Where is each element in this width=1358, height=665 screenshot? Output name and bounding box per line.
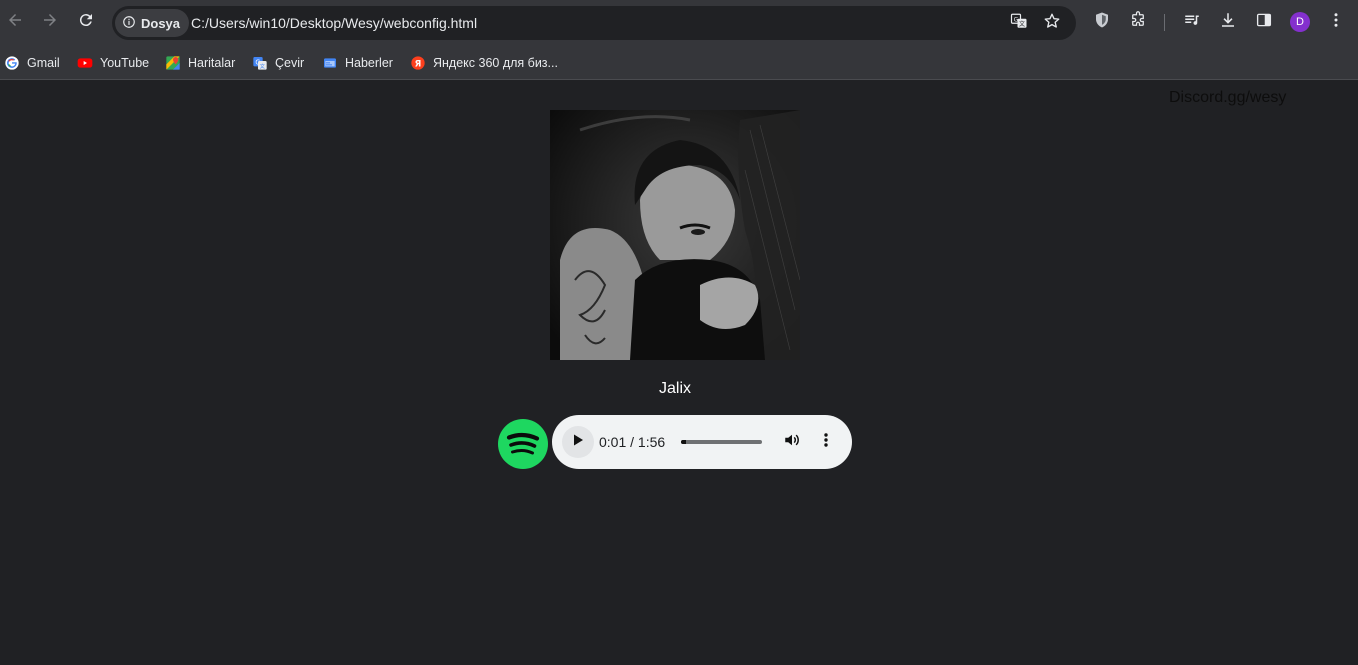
translate-icon: G文 — [1010, 12, 1028, 35]
browser-menu-button[interactable] — [1325, 11, 1347, 33]
bookmark-translate[interactable]: G文 Çevir — [252, 52, 304, 74]
extensions-icon — [1129, 10, 1147, 34]
url-text[interactable]: C:/Users/win10/Desktop/Wesy/webconfig.ht… — [191, 15, 477, 31]
profile-initial: D — [1296, 16, 1304, 28]
address-bar[interactable]: Dosya C:/Users/win10/Desktop/Wesy/webcon… — [112, 6, 1076, 40]
bookmark-star-button[interactable] — [1042, 13, 1062, 33]
more-vertical-icon — [818, 432, 834, 453]
bookmark-maps[interactable]: Haritalar — [165, 52, 235, 74]
extensions-button[interactable] — [1127, 10, 1149, 34]
forward-button[interactable] — [36, 8, 64, 36]
shield-icon — [1093, 11, 1111, 34]
svg-text:文: 文 — [1019, 19, 1025, 27]
bookmark-label: Яндекс 360 для биз... — [433, 56, 558, 70]
page-content: Discord.gg/wesy Jalix 0:01 / 1:56 — [0, 81, 1358, 665]
info-icon — [122, 15, 136, 32]
bookmark-label: Haritalar — [188, 56, 236, 70]
youtube-icon — [77, 55, 93, 71]
back-icon — [6, 11, 24, 34]
google-icon — [4, 55, 20, 71]
volume-icon — [783, 431, 801, 454]
profile-avatar[interactable]: D — [1290, 12, 1310, 32]
bookmark-youtube[interactable]: YouTube — [77, 52, 149, 74]
back-button[interactable] — [1, 8, 29, 36]
reload-icon — [77, 11, 95, 34]
play-button[interactable] — [562, 426, 594, 458]
bookmark-label: Haberler — [345, 56, 393, 70]
extension-shield-button[interactable] — [1091, 11, 1113, 33]
album-cover-image — [550, 110, 800, 360]
media-queue-button[interactable] — [1181, 11, 1203, 33]
bookmark-label: Çevir — [275, 56, 305, 70]
news-icon — [322, 55, 338, 71]
play-icon — [571, 433, 585, 452]
bookmark-label: Gmail — [27, 56, 60, 70]
seek-progress-fill — [681, 440, 686, 444]
yandex-icon: Я — [410, 55, 426, 71]
spotify-icon[interactable] — [498, 419, 548, 469]
side-panel-icon — [1255, 11, 1273, 34]
bookmark-news[interactable]: Haberler — [322, 52, 393, 74]
more-options-button[interactable] — [816, 432, 836, 452]
side-panel-button[interactable] — [1253, 11, 1275, 33]
toolbar-separator — [1164, 14, 1165, 31]
translate-page-button[interactable]: G文 — [1009, 13, 1029, 33]
time-display: 0:01 / 1:56 — [599, 434, 666, 450]
volume-button[interactable] — [782, 432, 802, 452]
site-chip-label: Dosya — [141, 15, 181, 31]
seek-slider[interactable] — [681, 440, 762, 444]
menu-icon — [1327, 11, 1345, 34]
downloads-button[interactable] — [1217, 11, 1239, 33]
track-title: Jalix — [658, 380, 691, 397]
star-icon — [1043, 12, 1061, 35]
download-icon — [1219, 11, 1237, 34]
browser-toolbar: Dosya C:/Users/win10/Desktop/Wesy/webcon… — [0, 0, 1358, 45]
audio-player[interactable]: 0:01 / 1:56 — [552, 415, 852, 469]
forward-icon — [41, 11, 59, 34]
svg-text:Я: Я — [415, 59, 422, 69]
reload-button[interactable] — [72, 8, 100, 36]
site-info-chip[interactable]: Dosya — [115, 9, 190, 37]
discord-link-text: Discord.gg/wesy — [1169, 89, 1287, 106]
bookmark-label: YouTube — [100, 56, 150, 70]
bookmark-yandex[interactable]: Я Яндекс 360 для биз... — [410, 52, 558, 74]
bookmarks-bar: Gmail YouTube Haritalar G文 Çevir Haberle… — [0, 45, 1358, 80]
bookmark-gmail[interactable]: Gmail — [4, 52, 60, 74]
maps-icon — [165, 55, 181, 71]
translate-icon: G文 — [252, 55, 268, 71]
media-queue-icon — [1183, 11, 1201, 34]
